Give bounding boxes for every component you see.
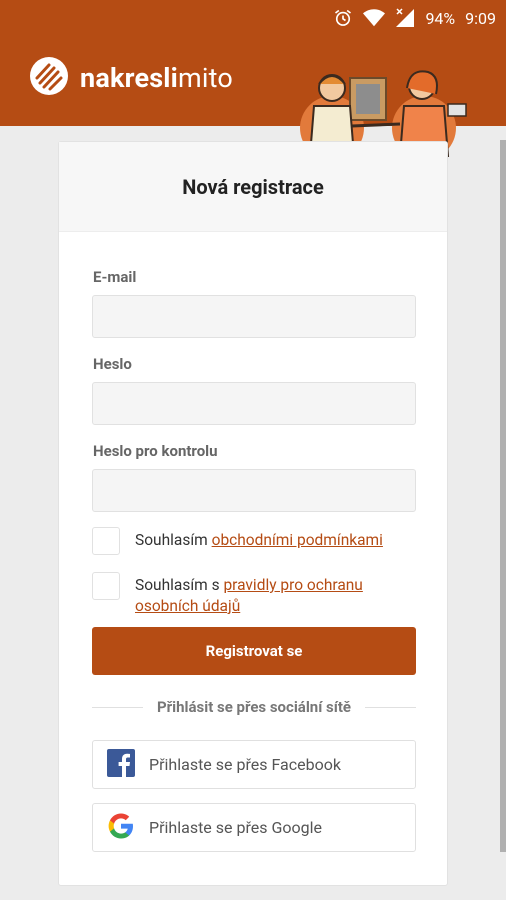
divider-line xyxy=(365,706,416,708)
brand-name: nakreslimito xyxy=(80,62,234,94)
google-login-button[interactable]: Přihlaste se přes Google xyxy=(92,803,416,852)
google-login-label: Přihlaste se přes Google xyxy=(149,818,322,837)
app-header: 94% 9:09 nakreslimito xyxy=(0,0,506,160)
privacy-checkbox[interactable] xyxy=(92,572,120,600)
status-bar: 94% 9:09 xyxy=(0,0,506,36)
terms-consent-row: Souhlasím obchodními podmínkami xyxy=(92,527,383,555)
scrollbar[interactable] xyxy=(500,140,506,852)
facebook-login-button[interactable]: Přihlaste se přes Facebook xyxy=(92,740,416,789)
privacy-text: Souhlasím s pravidly pro ochranu osobníc… xyxy=(135,576,363,615)
battery-level: 94% xyxy=(425,8,456,28)
terms-link[interactable]: obchodními podmínkami xyxy=(212,531,383,549)
hand-logo-icon xyxy=(28,55,70,101)
password-confirm-label: Heslo pro kontrolu xyxy=(93,442,218,460)
google-icon xyxy=(107,812,135,844)
form-title: Nová registrace xyxy=(59,142,447,232)
password-label: Heslo xyxy=(93,355,132,373)
social-divider-label: Přihlásit se přes sociální sítě xyxy=(156,698,352,716)
brand-logo[interactable]: nakreslimito xyxy=(28,55,233,101)
terms-text: Souhlasím obchodními podmínkami xyxy=(135,531,383,549)
registration-card: Nová registrace E-mail Heslo Heslo pro k… xyxy=(58,141,448,886)
facebook-login-label: Přihlaste se přes Facebook xyxy=(149,755,341,774)
wifi-icon xyxy=(363,8,386,28)
facebook-icon xyxy=(107,748,135,781)
social-divider: Přihlásit se přes sociální sítě xyxy=(92,698,416,716)
email-label: E-mail xyxy=(93,268,137,286)
password-confirm-field[interactable] xyxy=(92,469,416,512)
email-field[interactable] xyxy=(92,295,416,338)
divider-line xyxy=(92,706,143,708)
signal-icon xyxy=(395,8,415,28)
register-button[interactable]: Registrovat se xyxy=(92,627,416,675)
terms-checkbox[interactable] xyxy=(92,527,120,555)
alarm-icon xyxy=(333,8,353,28)
clock: 9:09 xyxy=(465,8,496,28)
privacy-consent-row: Souhlasím s pravidly pro ochranu osobníc… xyxy=(92,572,395,617)
password-field[interactable] xyxy=(92,382,416,425)
